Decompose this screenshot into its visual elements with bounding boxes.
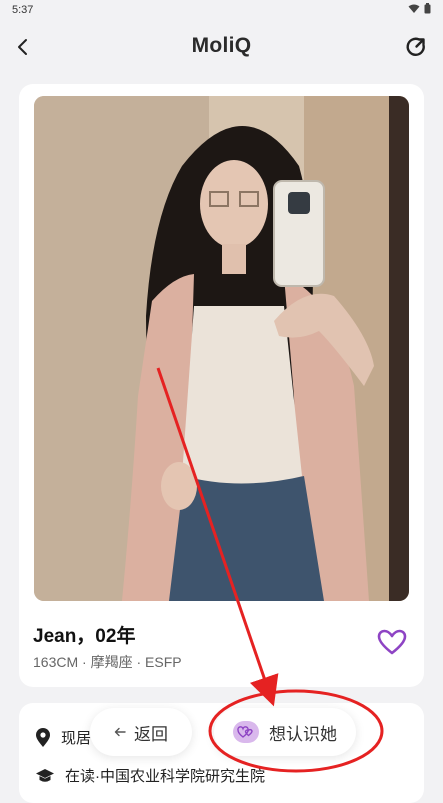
wifi-icon	[408, 4, 420, 13]
arrow-left-icon	[114, 727, 126, 737]
return-label: 返回	[134, 724, 168, 744]
heart-outline-icon	[377, 629, 407, 655]
app-logo: MoliQ	[191, 34, 252, 57]
location-label: 现居	[61, 730, 92, 747]
profile-photo[interactable]	[34, 96, 409, 601]
status-time: 5:37	[12, 4, 34, 16]
profile-meta: 163CM · 摩羯座 · ESFP	[33, 654, 182, 670]
location-row: 现居	[35, 727, 91, 748]
refresh-button[interactable]	[403, 34, 429, 60]
return-button[interactable]: 返回	[90, 708, 192, 756]
profile-name: Jean，02年	[33, 626, 136, 647]
battery-icon	[424, 3, 431, 14]
want-to-meet-label: 想认识她	[269, 724, 337, 744]
education-text: 在读·中国农业科学院研究生院	[65, 768, 265, 785]
hearts-icon	[233, 721, 259, 743]
refresh-icon	[406, 37, 425, 56]
education-row: 在读·中国农业科学院研究生院	[35, 765, 265, 786]
location-pin-icon	[36, 727, 50, 747]
profile-photo-illustration	[34, 96, 409, 601]
profile-card: Jean，02年 163CM · 摩羯座 · ESFP	[19, 84, 424, 687]
status-bar: 5:37	[0, 0, 443, 22]
system-icons	[408, 3, 431, 14]
graduation-cap-icon	[36, 768, 54, 782]
want-to-meet-button[interactable]: 想认识她	[214, 708, 356, 756]
like-button[interactable]	[374, 624, 410, 660]
top-bar: MoliQ	[0, 22, 443, 74]
